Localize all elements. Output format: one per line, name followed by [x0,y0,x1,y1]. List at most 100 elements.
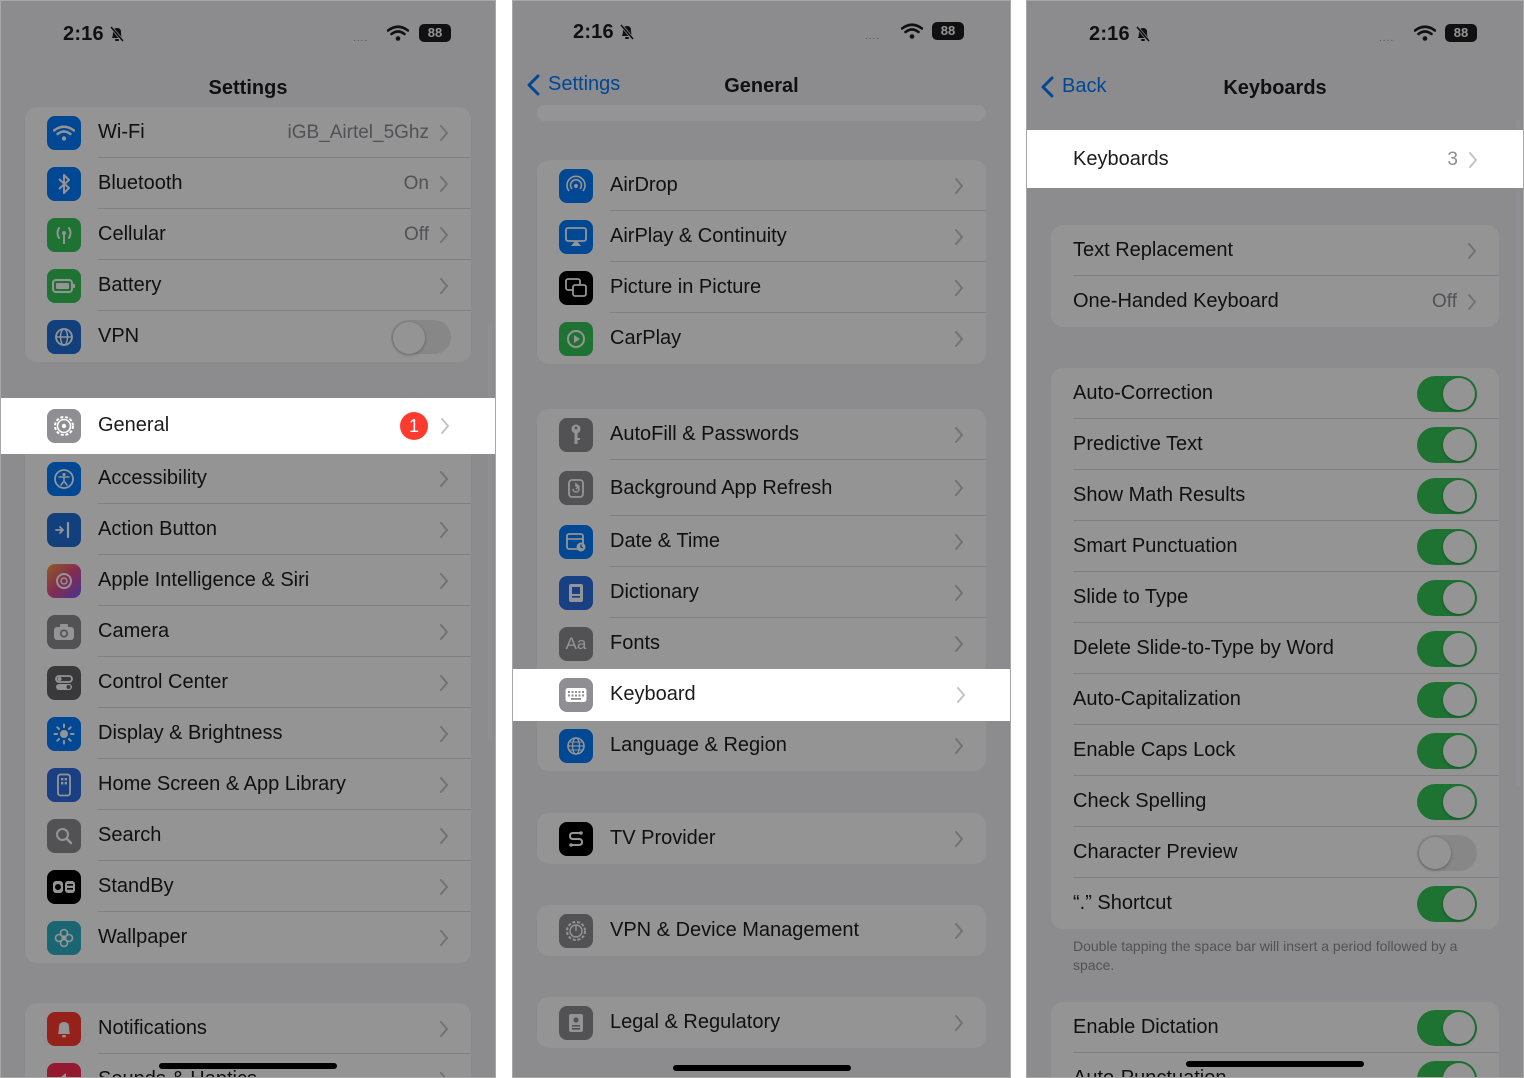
row-label: CarPlay [610,327,682,349]
silent-mode-icon [1135,25,1151,43]
settings-row-display[interactable]: Display & Brightness [25,708,471,759]
row-label: “.” Shortcut [1073,892,1172,914]
slide-to-type-toggle[interactable] [1417,579,1477,616]
keyboards-row-one-handed[interactable]: One-Handed Keyboard Off [1051,276,1499,327]
row-label: Notifications [98,1017,207,1039]
general-row-airdrop[interactable]: AirDrop [537,160,986,211]
keyboards-row-text-replacement[interactable]: Text Replacement [1051,225,1499,276]
general-row-pip[interactable]: Picture in Picture [537,262,986,313]
nav-bar: Settings General [513,69,1010,105]
check-spelling-toggle[interactable] [1417,783,1477,820]
general-row-vpn-management[interactable]: VPN & Device Management [537,905,986,956]
chevron-right-icon [954,480,964,496]
chevron-right-icon [439,176,449,192]
settings-row-vpn[interactable]: VPN [25,311,471,362]
carplay-icon [559,321,593,356]
dictionary-icon [559,575,593,610]
row-label: Apple Intelligence & Siri [98,569,310,591]
chevron-right-icon [954,280,964,296]
scrollbar[interactable] [1516,119,1520,787]
vpn-toggle[interactable] [391,319,451,354]
period-shortcut-toggle[interactable] [1417,885,1477,922]
caps-lock-toggle[interactable] [1417,732,1477,769]
row-label: Home Screen & App Library [98,773,346,795]
settings-row-standby[interactable]: StandBy [25,861,471,912]
status-bar: 2:16 .... 88 [1,19,495,53]
settings-row-wifi[interactable]: Wi-Fi iGB_Airtel_5Ghz [25,107,471,158]
general-row-tv-provider[interactable]: TV Provider [537,813,986,864]
chevron-right-icon [956,687,966,703]
toggle-row-caps-lock: Enable Caps Lock [1051,725,1499,776]
settings-row-action-button[interactable]: Action Button [25,504,471,555]
enable-dictation-toggle[interactable] [1417,1009,1477,1046]
notification-badge: 1 [400,411,428,440]
row-label: Text Replacement [1073,239,1234,261]
general-row-language[interactable]: Language & Region [537,720,986,771]
toggle-row-period-shortcut: “.” Shortcut [1051,878,1499,929]
search-icon [47,818,81,853]
general-group: Accessibility Action Button Apple Intell… [25,402,471,963]
smart-punctuation-toggle[interactable] [1417,528,1477,565]
auto-correction-toggle[interactable] [1417,375,1477,412]
row-label: Smart Punctuation [1073,535,1238,557]
chevron-right-icon [439,227,449,243]
legal-group: Legal & Regulatory [537,997,986,1048]
predictive-text-toggle[interactable] [1417,426,1477,463]
delete-slide-to-type-toggle[interactable] [1417,630,1477,667]
toggle-row-show-math-results: Show Math Results [1051,470,1499,521]
general-row-date-time[interactable]: Date & Time [537,516,986,567]
settings-row-battery[interactable]: Battery [25,260,471,311]
settings-row-home-screen[interactable]: Home Screen & App Library [25,759,471,810]
toggle-row-predictive-text: Predictive Text [1051,419,1499,470]
row-label: Keyboards [1073,148,1169,170]
row-label: Fonts [610,632,661,654]
settings-row-accessibility[interactable]: Accessibility [25,453,471,504]
page-title: General [724,75,799,97]
settings-row-apple-intelligence[interactable]: Apple Intelligence & Siri [25,555,471,606]
battery-status-icon: 88 [419,24,451,42]
row-label: StandBy [98,875,174,897]
general-row-carplay[interactable]: CarPlay [537,313,986,364]
vpn-icon [47,319,81,354]
row-label: Character Preview [1073,841,1238,863]
wallpaper-icon [47,920,81,955]
settings-row-general[interactable]: General 1 [25,400,472,451]
pip-icon [559,270,593,305]
general-row-keyboard[interactable]: Keyboard [537,669,988,720]
chevron-right-icon [1468,152,1478,168]
settings-row-search[interactable]: Search [25,810,471,861]
settings-row-camera[interactable]: Camera [25,606,471,657]
character-preview-toggle[interactable] [1417,834,1477,871]
keyboards-row-keyboards[interactable]: Keyboards 3 [1051,134,1500,185]
general-row-airplay[interactable]: AirPlay & Continuity [537,211,986,262]
general-row-background-refresh[interactable]: Background App Refresh [537,460,986,516]
chevron-right-icon [954,178,964,194]
keyboards-screen: 2:16 .... 88 Back Keyboards Text Replace… [1026,0,1524,1078]
chevron-right-icon [954,738,964,754]
settings-row-notifications[interactable]: Notifications [25,1003,471,1054]
toggle-row-check-spelling: Check Spelling [1051,776,1499,827]
settings-row-bluetooth[interactable]: Bluetooth On [25,158,471,209]
auto-capitalization-toggle[interactable] [1417,681,1477,718]
row-label: Keyboard [610,683,696,705]
general-row-fonts[interactable]: Aa Fonts [537,618,986,669]
general-row-dictionary[interactable]: Dictionary [537,567,986,618]
row-label: Control Center [98,671,229,693]
row-label: Display & Brightness [98,722,283,744]
status-bar: 2:16 .... 88 [513,17,1010,51]
standby-icon [47,869,81,904]
general-row-autofill[interactable]: AutoFill & Passwords [537,409,986,460]
settings-row-cellular[interactable]: Cellular Off [25,209,471,260]
show-math-results-toggle[interactable] [1417,477,1477,514]
row-label: Bluetooth [98,172,183,194]
scrollbar[interactable] [488,323,492,741]
auto-punctuation-toggle[interactable] [1417,1060,1477,1077]
fonts-icon: Aa [559,626,593,661]
home-indicator [1186,1061,1364,1067]
status-time: 2:16 [63,23,104,45]
general-row-legal[interactable]: Legal & Regulatory [537,997,986,1048]
wifi-status-icon [1414,25,1436,41]
chevron-right-icon [439,573,449,589]
settings-row-wallpaper[interactable]: Wallpaper [25,912,471,963]
settings-row-control-center[interactable]: Control Center [25,657,471,708]
